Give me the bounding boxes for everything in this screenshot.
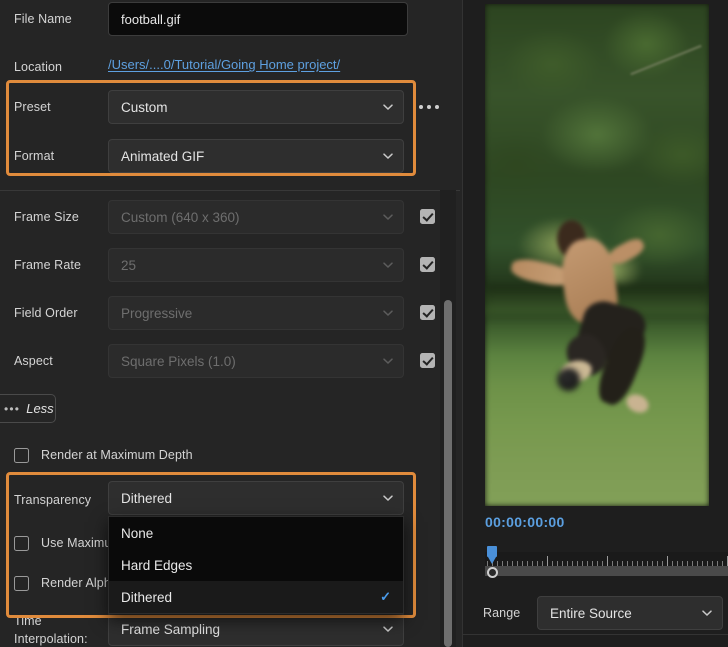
- use-maximum-row: Use Maximum: [14, 533, 122, 553]
- field-order-row: Field Order: [14, 302, 78, 324]
- range-value: Entire Source: [550, 605, 632, 621]
- timeline-bar[interactable]: [485, 566, 728, 576]
- frame-size-label: Frame Size: [14, 210, 79, 224]
- preview-foot-far: [623, 391, 652, 417]
- checkmark-icon: ✓: [380, 589, 391, 604]
- aspect-checkbox[interactable]: [420, 353, 435, 368]
- file-name-row: File Name: [14, 0, 108, 38]
- location-link[interactable]: /Users/....0/Tutorial/Going Home project…: [108, 57, 340, 72]
- frame-rate-value: 25: [121, 257, 137, 273]
- transparency-select[interactable]: Dithered: [108, 481, 404, 515]
- format-value: Animated GIF: [121, 148, 205, 164]
- aspect-label: Aspect: [14, 354, 53, 368]
- use-maximum-checkbox[interactable]: [14, 535, 29, 551]
- field-order-select[interactable]: Progressive: [108, 296, 404, 330]
- preview-pane: 00:00:00:00 Range Entire Source: [462, 0, 728, 647]
- render-alpha-row: Render Alpha: [14, 573, 118, 593]
- chevron-down-icon: [382, 101, 393, 112]
- transparency-label: Transparency: [14, 493, 92, 507]
- time-interpolation-select[interactable]: Frame Sampling: [108, 612, 404, 646]
- dropdown-option-none[interactable]: None: [109, 517, 403, 549]
- frame-size-value: Custom (640 x 360): [121, 209, 240, 225]
- range-row: Range: [483, 603, 520, 623]
- time-interpolation-value: Frame Sampling: [121, 621, 221, 637]
- chevron-down-icon: [382, 623, 393, 634]
- ellipsis-icon: •••: [4, 401, 21, 416]
- field-order-checkbox[interactable]: [420, 305, 435, 320]
- dropdown-option-dithered[interactable]: Dithered ✓: [109, 581, 403, 613]
- frame-rate-row: Frame Rate: [14, 254, 81, 276]
- format-row: Format: [14, 145, 54, 167]
- aspect-row: Aspect: [14, 350, 53, 372]
- preview-football: [556, 368, 580, 392]
- field-order-label: Field Order: [14, 306, 78, 320]
- preset-select[interactable]: Custom: [108, 90, 404, 124]
- less-button-label: Less: [26, 401, 54, 416]
- frame-size-row: Frame Size: [14, 206, 79, 228]
- ruler-tick: [547, 556, 548, 566]
- chevron-down-icon: [382, 211, 393, 222]
- transparency-value: Dithered: [121, 490, 173, 506]
- range-select[interactable]: Entire Source: [537, 596, 723, 630]
- location-row: Location: [14, 56, 108, 78]
- render-max-depth-row: Render at Maximum Depth: [14, 445, 193, 465]
- chevron-down-icon: [382, 150, 393, 161]
- playhead-marker[interactable]: [487, 546, 497, 564]
- range-label: Range: [483, 606, 521, 620]
- time-interpolation-label: Time Interpolation:: [14, 612, 88, 647]
- chevron-down-icon: [382, 355, 393, 366]
- render-max-depth-checkbox[interactable]: [14, 447, 29, 463]
- frame-rate-label: Frame Rate: [14, 258, 81, 272]
- playhead-body: [487, 546, 497, 557]
- file-name-label: File Name: [14, 12, 72, 26]
- settings-pane: File Name Location /Users/....0/Tutorial…: [0, 0, 460, 647]
- preview-arm-right: [606, 234, 648, 268]
- file-name-input[interactable]: [108, 2, 408, 36]
- chevron-down-icon: [382, 259, 393, 270]
- range-start-handle[interactable]: [487, 567, 498, 578]
- section-divider: [0, 190, 460, 191]
- render-alpha-label: Render Alpha: [41, 576, 118, 590]
- playhead-tip: [488, 557, 496, 564]
- dropdown-option-hard-edges[interactable]: Hard Edges: [109, 549, 403, 581]
- transparency-row: Transparency: [14, 490, 91, 510]
- aspect-value: Square Pixels (1.0): [121, 353, 236, 369]
- dropdown-option-label: Dithered: [121, 589, 173, 605]
- format-label: Format: [14, 149, 55, 163]
- chevron-down-icon: [701, 607, 712, 618]
- dropdown-option-label: Hard Edges: [121, 557, 193, 573]
- frame-rate-checkbox[interactable]: [420, 257, 435, 272]
- time-interpolation-label-line1: Time: [14, 614, 42, 628]
- frame-size-checkbox[interactable]: [420, 209, 435, 224]
- aspect-select[interactable]: Square Pixels (1.0): [108, 344, 404, 378]
- pane-bottom-divider: [463, 634, 728, 635]
- export-settings-window: File Name Location /Users/....0/Tutorial…: [0, 0, 728, 647]
- ruler-tick: [667, 556, 668, 566]
- chevron-down-icon: [382, 307, 393, 318]
- format-select[interactable]: Animated GIF: [108, 139, 404, 173]
- time-interpolation-label-line2: Interpolation:: [14, 632, 88, 646]
- scrollbar-thumb[interactable]: [444, 300, 452, 647]
- transparency-dropdown-popup[interactable]: None Hard Edges Dithered ✓: [108, 516, 404, 614]
- timecode-display: 00:00:00:00: [485, 514, 565, 530]
- video-preview[interactable]: [485, 4, 709, 506]
- field-order-value: Progressive: [121, 305, 193, 321]
- preset-row: Preset: [14, 96, 51, 118]
- preset-label: Preset: [14, 100, 51, 114]
- ruler-tick: [607, 556, 608, 566]
- frame-rate-select[interactable]: 25: [108, 248, 404, 282]
- frame-size-select[interactable]: Custom (640 x 360): [108, 200, 404, 234]
- location-label: Location: [14, 60, 63, 74]
- preset-value: Custom: [121, 99, 168, 115]
- preview-player-figure: [509, 219, 668, 426]
- less-button[interactable]: ••• Less: [0, 394, 56, 423]
- dropdown-option-label: None: [121, 525, 154, 541]
- chevron-down-icon: [382, 492, 393, 503]
- render-max-depth-label: Render at Maximum Depth: [41, 448, 193, 462]
- preset-more-options-icon[interactable]: [419, 105, 439, 109]
- render-alpha-checkbox[interactable]: [14, 575, 29, 591]
